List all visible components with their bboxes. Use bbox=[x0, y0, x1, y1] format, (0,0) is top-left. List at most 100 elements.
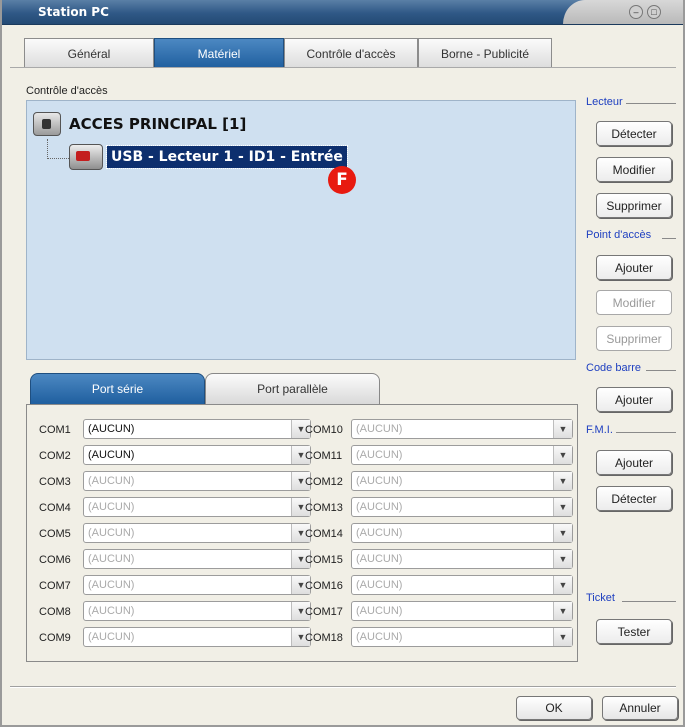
com-port-value: (AUCUN) bbox=[356, 605, 403, 617]
com-port-row: COM15 (AUCUN) ▼ bbox=[305, 549, 573, 569]
com-port-row: COM11 (AUCUN) ▼ bbox=[305, 445, 573, 465]
tab-label: Borne - Publicité bbox=[440, 46, 530, 61]
chevron-down-icon[interactable]: ▼ bbox=[553, 576, 572, 594]
com-port-row: COM9 (AUCUN) ▼ bbox=[39, 627, 311, 647]
com-port-row: COM7 (AUCUN) ▼ bbox=[39, 575, 311, 595]
chevron-down-icon[interactable]: ▼ bbox=[553, 472, 572, 490]
tree-child-node[interactable]: USB - Lecteur 1 - ID1 - Entrée bbox=[69, 141, 348, 173]
tree-connector bbox=[47, 139, 48, 159]
chevron-down-icon[interactable]: ▼ bbox=[553, 498, 572, 516]
add-barcode-button[interactable]: Ajouter bbox=[596, 387, 672, 412]
tree-root-node[interactable]: ACCES PRINCIPAL [1] bbox=[33, 111, 246, 137]
com-port-select[interactable]: (AUCUN) ▼ bbox=[351, 601, 573, 621]
chevron-down-icon[interactable]: ▼ bbox=[553, 524, 572, 542]
tab-label: Contrôle d'accès bbox=[306, 46, 396, 61]
lecteur-rule bbox=[626, 103, 676, 104]
window-title: Station PC bbox=[38, 5, 109, 19]
com-port-select[interactable]: (AUCUN) ▼ bbox=[351, 497, 573, 517]
tab-borne-publicite[interactable]: Borne - Publicité bbox=[418, 38, 552, 68]
com-port-label: COM13 bbox=[305, 502, 343, 514]
com-port-label: COM7 bbox=[39, 580, 71, 592]
tab-label: Port parallèle bbox=[257, 382, 328, 396]
com-port-select[interactable]: (AUCUN) ▼ bbox=[351, 523, 573, 543]
ticket-header: Ticket bbox=[586, 592, 615, 604]
com-port-select[interactable]: (AUCUN) ▼ bbox=[83, 497, 311, 517]
com-port-value: (AUCUN) bbox=[356, 423, 403, 435]
point-acces-rule bbox=[662, 238, 676, 239]
com-port-select[interactable]: (AUCUN) ▼ bbox=[351, 471, 573, 491]
com-port-value: (AUCUN) bbox=[88, 423, 135, 435]
com-port-label: COM3 bbox=[39, 476, 71, 488]
com-port-label: COM15 bbox=[305, 554, 343, 566]
tab-controle-acces[interactable]: Contrôle d'accès bbox=[284, 38, 418, 68]
com-port-label: COM18 bbox=[305, 632, 343, 644]
com-port-select[interactable]: (AUCUN) ▼ bbox=[83, 419, 311, 439]
com-port-select[interactable]: (AUCUN) ▼ bbox=[83, 471, 311, 491]
com-port-select[interactable]: (AUCUN) ▼ bbox=[351, 419, 573, 439]
com-port-value: (AUCUN) bbox=[88, 579, 135, 591]
code-barre-header: Code barre bbox=[586, 362, 642, 374]
com-port-select[interactable]: (AUCUN) ▼ bbox=[83, 627, 311, 647]
add-access-point-button[interactable]: Ajouter bbox=[596, 255, 672, 280]
com-port-value: (AUCUN) bbox=[356, 579, 403, 591]
step-badge: F bbox=[328, 166, 356, 194]
minimize-icon[interactable]: – bbox=[629, 5, 643, 19]
point-acces-header: Point d'accès bbox=[586, 229, 652, 241]
com-port-select[interactable]: (AUCUN) ▼ bbox=[351, 627, 573, 647]
maximize-icon[interactable]: □ bbox=[647, 5, 661, 19]
com-port-row: COM3 (AUCUN) ▼ bbox=[39, 471, 311, 491]
port-tabs: Port série Port parallèle bbox=[30, 373, 380, 405]
chevron-down-icon[interactable]: ▼ bbox=[553, 602, 572, 620]
com-port-select[interactable]: (AUCUN) ▼ bbox=[83, 549, 311, 569]
com-port-row: COM4 (AUCUN) ▼ bbox=[39, 497, 311, 517]
com-port-value: (AUCUN) bbox=[356, 527, 403, 539]
access-control-tree[interactable]: ACCES PRINCIPAL [1] USB - Lecteur 1 - ID… bbox=[26, 100, 576, 360]
test-ticket-button[interactable]: Tester bbox=[596, 619, 672, 644]
com-port-select[interactable]: (AUCUN) ▼ bbox=[351, 445, 573, 465]
tab-divider bbox=[10, 67, 676, 68]
tab-port-parallele[interactable]: Port parallèle bbox=[205, 373, 380, 405]
com-port-label: COM5 bbox=[39, 528, 71, 540]
com-port-row: COM18 (AUCUN) ▼ bbox=[305, 627, 573, 647]
title-bar[interactable]: Station PC – □ bbox=[2, 0, 683, 25]
com-port-row: COM14 (AUCUN) ▼ bbox=[305, 523, 573, 543]
com-port-select[interactable]: (AUCUN) ▼ bbox=[351, 575, 573, 595]
delete-reader-button[interactable]: Supprimer bbox=[596, 193, 672, 218]
tab-label: Matériel bbox=[197, 46, 241, 61]
chevron-down-icon[interactable]: ▼ bbox=[553, 420, 572, 438]
com-port-select[interactable]: (AUCUN) ▼ bbox=[351, 549, 573, 569]
tab-materiel[interactable]: Matériel bbox=[154, 38, 284, 68]
com-port-label: COM4 bbox=[39, 502, 71, 514]
ok-button[interactable]: OK bbox=[516, 696, 592, 720]
tab-label: Port série bbox=[91, 382, 144, 396]
tab-port-serie[interactable]: Port série bbox=[30, 373, 205, 405]
tree-child-label: USB - Lecteur 1 - ID1 - Entrée bbox=[106, 145, 348, 169]
com-port-select[interactable]: (AUCUN) ▼ bbox=[83, 523, 311, 543]
com-port-row: COM2 (AUCUN) ▼ bbox=[39, 445, 311, 465]
chevron-down-icon[interactable]: ▼ bbox=[553, 446, 572, 464]
com-port-select[interactable]: (AUCUN) ▼ bbox=[83, 445, 311, 465]
fmi-rule bbox=[616, 432, 676, 433]
com-port-value: (AUCUN) bbox=[356, 501, 403, 513]
com-port-label: COM6 bbox=[39, 554, 71, 566]
detect-fmi-button[interactable]: Détecter bbox=[596, 486, 672, 511]
com-port-value: (AUCUN) bbox=[88, 475, 135, 487]
detect-reader-button[interactable]: Détecter bbox=[596, 121, 672, 146]
add-fmi-button[interactable]: Ajouter bbox=[596, 450, 672, 475]
com-port-select[interactable]: (AUCUN) ▼ bbox=[83, 601, 311, 621]
ticket-rule bbox=[622, 601, 676, 602]
com-port-row: COM8 (AUCUN) ▼ bbox=[39, 601, 311, 621]
chevron-down-icon[interactable]: ▼ bbox=[553, 550, 572, 568]
com-port-select[interactable]: (AUCUN) ▼ bbox=[83, 575, 311, 595]
modify-reader-button[interactable]: Modifier bbox=[596, 157, 672, 182]
delete-access-point-button[interactable]: Supprimer bbox=[596, 326, 672, 351]
com-ports-panel: COM1 (AUCUN) ▼ COM2 (AUCUN) ▼ COM3 (AUCUN) ▼ COM4… bbox=[26, 404, 578, 662]
com-port-value: (AUCUN) bbox=[88, 527, 135, 539]
chevron-down-icon[interactable]: ▼ bbox=[553, 628, 572, 646]
com-port-row: COM17 (AUCUN) ▼ bbox=[305, 601, 573, 621]
modify-access-point-button[interactable]: Modifier bbox=[596, 290, 672, 315]
cancel-button[interactable]: Annuler bbox=[602, 696, 678, 720]
tab-general[interactable]: Général bbox=[24, 38, 154, 68]
access-control-group-label: Contrôle d'accès bbox=[26, 85, 108, 97]
com-port-value: (AUCUN) bbox=[88, 449, 135, 461]
